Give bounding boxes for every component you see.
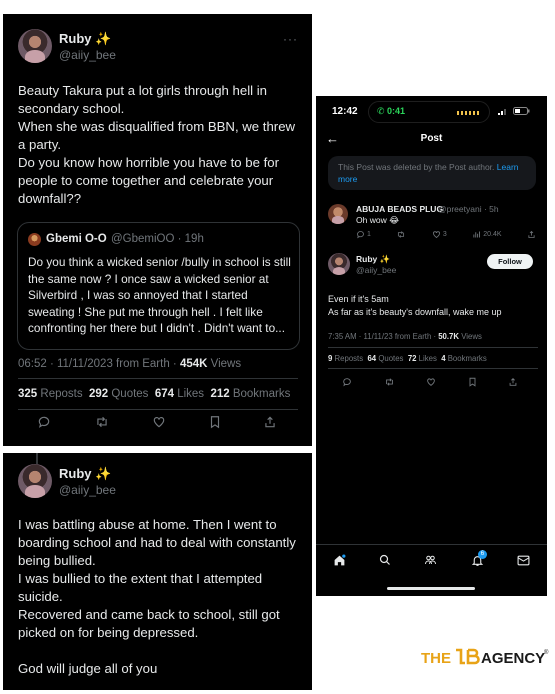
bookmarks-stat[interactable]: 4 Bookmarks — [441, 354, 487, 363]
messages-icon[interactable] — [517, 555, 530, 566]
display-name[interactable]: Ruby ✨ — [59, 466, 111, 482]
views-count: 454K — [179, 358, 208, 370]
call-timer: ✆ 0:41 — [377, 106, 406, 116]
quoted-text: Do you think a wicked senior /bully in s… — [28, 255, 291, 335]
repost-icon[interactable] — [384, 377, 395, 387]
reply-handle[interactable]: @preetyani · 5h — [438, 204, 499, 214]
likes-stat[interactable]: 674 Likes — [155, 388, 204, 400]
header-title: Post — [420, 133, 443, 144]
follow-button[interactable]: Follow — [487, 254, 533, 269]
user-handle[interactable]: @aiiy_bee — [356, 265, 396, 275]
divider — [328, 368, 538, 369]
avatar[interactable] — [18, 29, 52, 63]
quoted-handle: @GbemiOO · 19h — [111, 233, 204, 245]
share-icon[interactable] — [263, 415, 277, 429]
reply-view-count[interactable]: 20.4K — [472, 230, 502, 239]
tweet-timestamp: 06:52 · 11/11/2023 from Earth · 454K Vie… — [18, 358, 242, 370]
bookmarks-stat[interactable]: 212 Bookmarks — [210, 388, 290, 400]
reposts-stat[interactable]: 325 Reposts — [18, 388, 83, 400]
home-indicator — [387, 587, 475, 590]
reply-like-count[interactable]: 3 — [432, 230, 447, 239]
tweet-text: I was battling abuse at home. Then I wen… — [18, 517, 296, 676]
quotes-stat[interactable]: 64 Quotes — [367, 354, 403, 363]
user-handle[interactable]: @aiiy_bee — [59, 48, 116, 62]
quoted-display-name: Gbemi O-O — [46, 233, 107, 245]
quotes-stat[interactable]: 292 Quotes — [89, 388, 148, 400]
sparkle-emoji: ✨ — [379, 254, 391, 264]
search-icon[interactable] — [379, 554, 391, 566]
reply-display-name[interactable]: ABUJA BEADS PLUG — [356, 204, 443, 214]
reposts-stat[interactable]: 9 Reposts — [328, 354, 363, 363]
reply-reply-count[interactable]: 1 — [356, 230, 371, 239]
quoted-avatar — [28, 233, 41, 246]
reply-text: Oh wow 😂 — [356, 215, 399, 225]
divider — [328, 347, 538, 348]
post-text: Even if it's 5am As far as it's beauty's… — [328, 294, 502, 317]
likes-stat[interactable]: 72 Likes — [408, 354, 437, 363]
share-icon[interactable] — [527, 230, 536, 239]
display-name[interactable]: Ruby ✨ — [356, 254, 390, 265]
audio-wave-icon — [457, 111, 479, 115]
tweet-card-followup: Ruby ✨ @aiiy_bee I was battling abuse at… — [3, 453, 312, 690]
like-icon[interactable] — [426, 377, 436, 387]
bookmark-icon[interactable] — [468, 377, 477, 387]
tweet-card-main: Ruby ✨ @aiiy_bee ··· Beauty Takura put a… — [3, 14, 312, 446]
call-indicator[interactable]: ✆ 0:41 — [368, 101, 490, 123]
views-count: 50.7K — [438, 332, 460, 341]
user-handle[interactable]: @aiiy_bee — [59, 483, 116, 497]
notifications-icon[interactable]: 6 — [471, 549, 487, 567]
engagement-stats: 9 Reposts 64 Quotes 72 Likes 4 Bookmarks — [328, 354, 487, 363]
nav-divider — [316, 544, 547, 545]
reply-icon[interactable] — [342, 377, 352, 387]
like-icon — [432, 231, 440, 239]
reply-icon[interactable] — [37, 415, 51, 429]
quoted-tweet[interactable]: Gbemi O-O @GbemiOO · 19h Do you think a … — [17, 222, 300, 350]
divider — [18, 409, 298, 410]
thread-line — [36, 453, 38, 464]
divider — [18, 378, 298, 379]
svg-text:AGENCY: AGENCY — [481, 650, 545, 667]
notification-badge: 6 — [477, 549, 487, 559]
home-icon[interactable] — [333, 554, 346, 567]
communities-icon[interactable] — [424, 554, 437, 566]
bottom-nav: 6 — [316, 548, 547, 572]
signal-icon — [498, 109, 506, 115]
reply-action-bar: 1 3 20.4K — [356, 229, 536, 240]
svg-text:®: ® — [544, 649, 549, 656]
deleted-notice: This Post was deleted by the Post author… — [328, 156, 536, 190]
status-bar: 12:42 ✆ 0:41 — [316, 96, 547, 126]
repost-icon[interactable] — [396, 230, 406, 239]
repost-icon[interactable] — [94, 415, 110, 429]
display-name[interactable]: Ruby ✨ — [59, 31, 111, 47]
engagement-stats: 325 Reposts 292 Quotes 674 Likes 212 Boo… — [18, 388, 290, 400]
sparkle-emoji: ✨ — [95, 31, 112, 46]
avatar[interactable] — [328, 253, 350, 275]
agency-watermark-logo: THE AGENCY ® — [421, 646, 551, 668]
battery-icon — [513, 107, 530, 115]
share-icon[interactable] — [508, 377, 518, 387]
svg-text:THE: THE — [421, 650, 451, 667]
tweet-text: Beauty Takura put a lot girls through he… — [18, 83, 296, 206]
status-time: 12:42 — [332, 106, 358, 117]
reply-avatar[interactable] — [328, 204, 348, 224]
bookmark-icon[interactable] — [209, 415, 221, 429]
avatar[interactable] — [18, 464, 52, 498]
like-icon[interactable] — [152, 415, 166, 429]
more-options-icon[interactable]: ··· — [283, 32, 298, 46]
sparkle-emoji: ✨ — [95, 466, 112, 481]
views-icon — [473, 231, 481, 238]
action-bar — [37, 414, 277, 430]
phone-screenshot: 12:42 ✆ 0:41 ← Post This Post was delete… — [316, 96, 547, 596]
action-bar — [342, 376, 518, 387]
post-timestamp: 7:35 AM · 11/11/23 from Earth · 50.7K Vi… — [328, 332, 482, 341]
reply-icon — [357, 231, 364, 239]
